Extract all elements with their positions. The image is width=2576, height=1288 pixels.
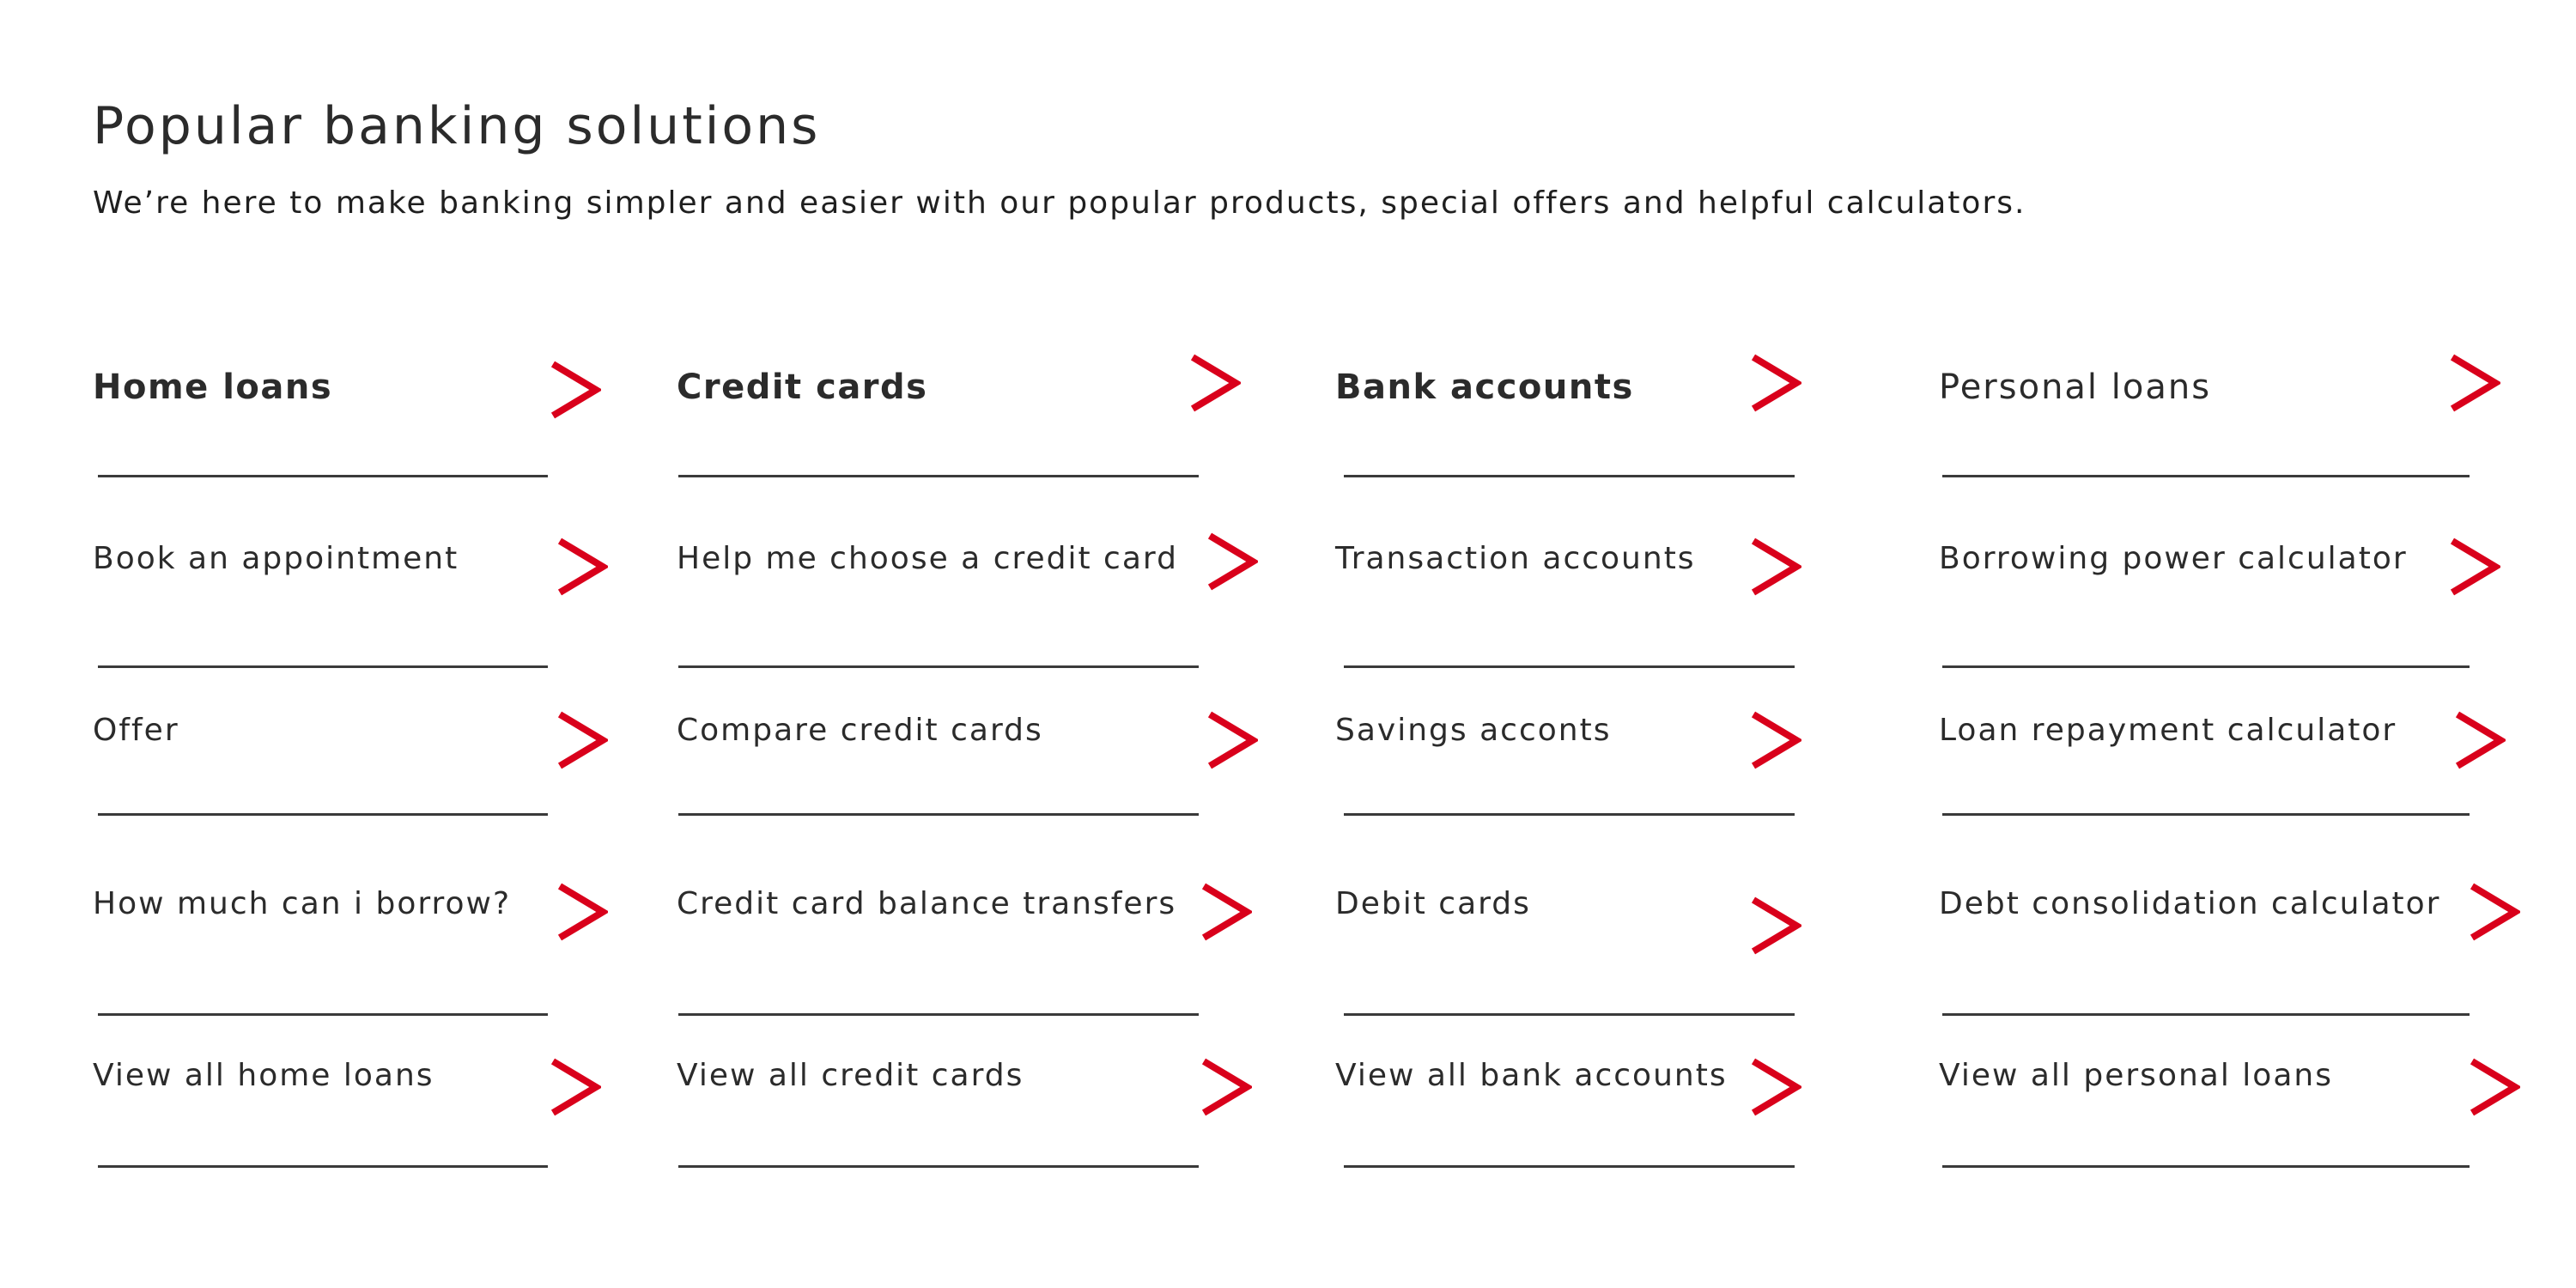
link-label: Help me choose a credit card [677,541,1178,576]
chevron-right-icon[interactable] [1750,711,1801,769]
row-divider [1942,1013,2470,1016]
link-debit-cards[interactable]: Debit cards [1335,886,1801,955]
link-view-all-credit-cards[interactable]: View all credit cards [677,1058,1252,1127]
link-label: View all personal loans [1939,1058,2333,1093]
link-book-an-appointment[interactable]: Book an appointment [93,541,608,610]
row-divider [678,475,1199,477]
chevron-right-icon[interactable] [1206,532,1258,591]
column-heading-link-credit-cards[interactable]: Credit cards [677,368,1241,436]
row-divider [678,665,1199,668]
column-heading: Bank accounts [1335,368,1634,407]
row-divider [678,1013,1199,1016]
chevron-right-icon[interactable] [1750,896,1801,955]
chevron-right-icon[interactable] [2469,1058,2520,1116]
column-heading-link-bank-accounts[interactable]: Bank accounts [1335,368,1801,436]
link-label: Debit cards [1335,886,1531,921]
link-label: View all home loans [93,1058,434,1093]
row-divider [1344,1013,1795,1016]
row-divider [1344,1165,1795,1168]
chevron-right-icon[interactable] [1206,711,1258,769]
link-debt-consolidation-calculator[interactable]: Debt consolidation calculator [1939,886,2520,955]
link-loan-repayment-calculator[interactable]: Loan repayment calculator [1939,713,2506,781]
link-label: How much can i borrow? [93,886,512,921]
link-label: Savings acconts [1335,713,1612,748]
column-heading-link-home-loans[interactable]: Home loans [93,368,601,436]
link-label: View all credit cards [677,1058,1024,1093]
chevron-right-icon[interactable] [550,1058,601,1116]
row-divider [678,1165,1199,1168]
row-divider [1942,1165,2470,1168]
chevron-right-icon[interactable] [1750,1058,1801,1116]
column-heading-link-personal-loans[interactable]: Personal loans [1939,368,2500,436]
link-label: Borrowing power calculator [1939,541,2408,576]
column-heading: Credit cards [677,368,928,407]
row-divider [1344,475,1795,477]
row-divider [678,813,1199,816]
link-how-much-can-i-borrow[interactable]: How much can i borrow? [93,886,608,955]
link-label: Offer [93,713,179,748]
chevron-right-icon[interactable] [556,711,608,769]
row-divider [98,475,548,477]
link-borrowing-power-calculator[interactable]: Borrowing power calculator [1939,541,2500,610]
column-heading: Home loans [93,368,333,407]
row-divider [1942,665,2470,668]
link-view-all-bank-accounts[interactable]: View all bank accounts [1335,1058,1801,1127]
link-label: Debt consolidation calculator [1939,886,2441,921]
chevron-right-icon[interactable] [550,361,601,419]
link-transaction-accounts[interactable]: Transaction accounts [1335,541,1801,610]
chevron-right-icon[interactable] [2469,883,2520,941]
link-label: Book an appointment [93,541,459,576]
row-divider [1942,813,2470,816]
link-label: Loan repayment calculator [1939,713,2397,748]
chevron-right-icon[interactable] [1189,354,1241,412]
row-divider [98,1165,548,1168]
link-credit-card-balance-transfers[interactable]: Credit card balance transfers [677,886,1252,955]
link-savings-acconts[interactable]: Savings acconts [1335,713,1801,781]
chevron-right-icon[interactable] [556,538,608,596]
link-compare-credit-cards[interactable]: Compare credit cards [677,713,1258,781]
chevron-right-icon[interactable] [1200,1058,1252,1116]
chevron-right-icon[interactable] [1200,883,1252,941]
chevron-right-icon[interactable] [1750,354,1801,412]
link-view-all-home-loans[interactable]: View all home loans [93,1058,601,1127]
link-label: Transaction accounts [1335,541,1696,576]
row-divider [98,1013,548,1016]
column-heading: Personal loans [1939,368,2212,407]
page-subtitle: We’re here to make banking simpler and e… [93,185,2026,221]
link-label: Compare credit cards [677,713,1043,748]
chevron-right-icon[interactable] [1750,538,1801,596]
page-title: Popular banking solutions [93,96,821,156]
row-divider [1942,475,2470,477]
row-divider [1344,813,1795,816]
chevron-right-icon[interactable] [2449,354,2500,412]
link-offer[interactable]: Offer [93,713,608,781]
chevron-right-icon[interactable] [2449,538,2500,596]
link-help-me-choose-a-credit-card[interactable]: Help me choose a credit card [677,541,1258,610]
row-divider [98,813,548,816]
link-label: View all bank accounts [1335,1058,1728,1093]
chevron-right-icon[interactable] [2454,711,2506,769]
link-label: Credit card balance transfers [677,886,1177,921]
row-divider [98,665,548,668]
link-view-all-personal-loans[interactable]: View all personal loans [1939,1058,2520,1127]
chevron-right-icon[interactable] [556,883,608,941]
row-divider [1344,665,1795,668]
